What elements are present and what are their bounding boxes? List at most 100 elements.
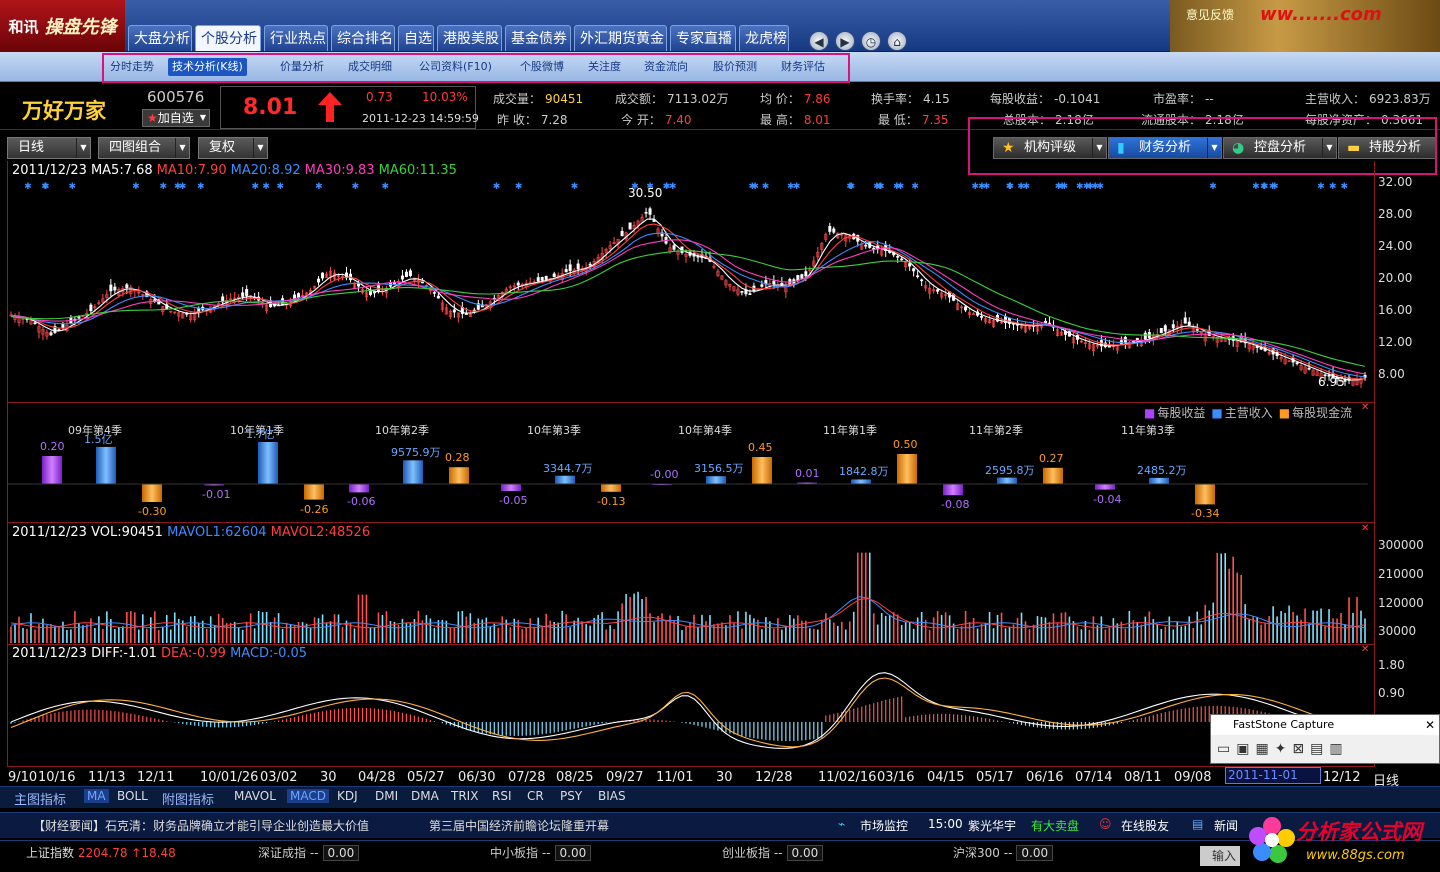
candle-body [800,274,804,279]
diff-value: DIFF:-1.01 [91,646,157,661]
x-tick: 11/13 [88,770,126,785]
event-marker: ✱ [1329,182,1337,192]
candle-body [972,313,976,316]
event-marker: ✱ [762,182,770,192]
input-button[interactable]: 输入 [1200,846,1240,866]
quarter-label: 11年第3季 [1121,424,1175,437]
mavol1-line [10,596,1366,629]
revenue-label: 3156.5万 [694,462,744,476]
dea-line [10,677,1366,748]
faststone-toolbar[interactable]: FastStone Capture ✕ ▭▣▦✦⊠▤▥ [1210,714,1440,764]
monitor-stock: 紫光华宇 [968,819,1017,833]
macd-date: 2011/12/23 [12,646,87,661]
revenue-bar [403,460,423,484]
zx-dash: -- [541,846,551,860]
close-icon: ✕ [1361,523,1369,534]
news-headline-2[interactable]: 第三届中国经济前瞻论坛隆重开幕 [429,817,609,834]
sub-indicator-item[interactable]: RSI [492,789,512,803]
eps-bar [501,484,521,491]
revenue-label: 1842.8万 [839,465,889,479]
sub-indicator-item[interactable]: DMI [375,789,398,803]
candle-body [544,275,548,280]
ma-label: MA20:8.92 [230,163,301,178]
eps-bar [1095,484,1115,490]
close-icon[interactable]: ✕ [1425,715,1435,735]
quarter-label: 10年第3季 [527,424,581,437]
ma30-line [10,239,1366,375]
x-tick: 05/27 [407,770,445,785]
event-marker: ✱ [897,182,905,192]
candle-body [552,273,556,278]
market-monitor-button[interactable]: 市场监控 [860,817,908,834]
sub-indicator-item[interactable]: KDJ [337,789,358,803]
hs-value: 0.00 [1016,845,1054,861]
candle-body [125,284,129,289]
x-tick: 10/16 [38,770,76,785]
news-button[interactable]: 新闻 [1214,817,1238,834]
revenue-label: 1.5亿 [84,432,113,446]
event-marker: ✱ [132,182,140,192]
cashflow-label: 0.50 [893,438,918,451]
candle-body [536,277,540,282]
sz-index: 深证成指 -- 0.00 [258,844,360,861]
cashflow-bar [601,484,621,492]
x-tick: 04/15 [927,770,965,785]
main-indicator-item[interactable]: MA [84,789,109,803]
candle-body [644,212,648,214]
quarter-label: 11年第1季 [823,424,877,437]
vol-date: 2011/12/23 [12,525,87,540]
x-tick: 04/28 [358,770,396,785]
macd-legend: 2011/12/23 DIFF:-1.01 DEA:-0.99 MACD:-0.… [12,646,307,661]
zx-label: 中小板指 [490,846,539,860]
candle-body [1107,345,1111,348]
candle-body [245,289,249,296]
event-marker: ✱ [1252,182,1260,192]
sub-indicator-item[interactable]: DMA [411,789,439,803]
price-tick: 24.00 [1378,239,1413,253]
price-tick: 12.00 [1378,335,1413,349]
revenue-bar [997,477,1017,484]
ma-date: 2011/12/23 [12,163,87,178]
news-headline-1[interactable]: 【财经要闻】石克清：财务品牌确立才能引导企业创造最大价值 [33,817,369,834]
ma-label: MA60:11.35 [378,163,457,178]
zx-index: 中小板指 -- 0.00 [490,844,592,861]
x-tick: 05/17 [976,770,1014,785]
revenue-bar [555,475,575,484]
volume-tick: 300000 [1378,538,1424,552]
candle-body [404,271,408,277]
candle-body [33,322,37,325]
event-marker: ✱ [1209,182,1217,192]
legend-label: 每股收益 [1157,406,1206,420]
eps-label: -0.05 [499,494,528,507]
x-tick: 12/28 [755,770,793,785]
legend-swatch: ■ [1144,406,1156,420]
sz-dash: -- [309,846,319,860]
cashflow-bar [897,454,917,484]
online-friends-button[interactable]: 在线股友 [1121,817,1169,834]
legend-label: 主营收入 [1224,406,1273,420]
main-indicator-item[interactable]: BOLL [117,789,148,803]
price-tick: 16.00 [1378,303,1413,317]
mavol2-line [10,597,1366,629]
sub-indicator-item[interactable]: TRIX [451,789,478,803]
candle-body [368,290,372,295]
eps-label: -0.00 [650,468,679,481]
event-marker: ✱ [1061,182,1069,192]
candle-body [1163,325,1167,332]
capture-tools-icon[interactable]: ▭▣▦✦⊠▤▥ [1217,741,1349,757]
event-marker: ✱ [1317,182,1325,192]
cashflow-bar [1195,484,1215,505]
event-marker: ✱ [846,182,854,192]
sub-indicator-item[interactable]: MACD [287,789,329,803]
sub-indicator-item[interactable]: CR [527,789,544,803]
sub-indicator-item[interactable]: PSY [560,789,582,803]
candle-body [920,279,924,282]
quarter-label: 11年第2季 [969,424,1023,437]
event-marker: ✱ [251,182,259,192]
sub-indicator-item[interactable]: MAVOL [234,789,276,803]
candle-body [672,245,676,250]
sub-indicator-item[interactable]: BIAS [598,789,626,803]
high-price-label: 30.50 [628,186,663,200]
date-input[interactable]: 2011-11-01 [1225,767,1321,784]
revenue-bar [851,479,871,484]
